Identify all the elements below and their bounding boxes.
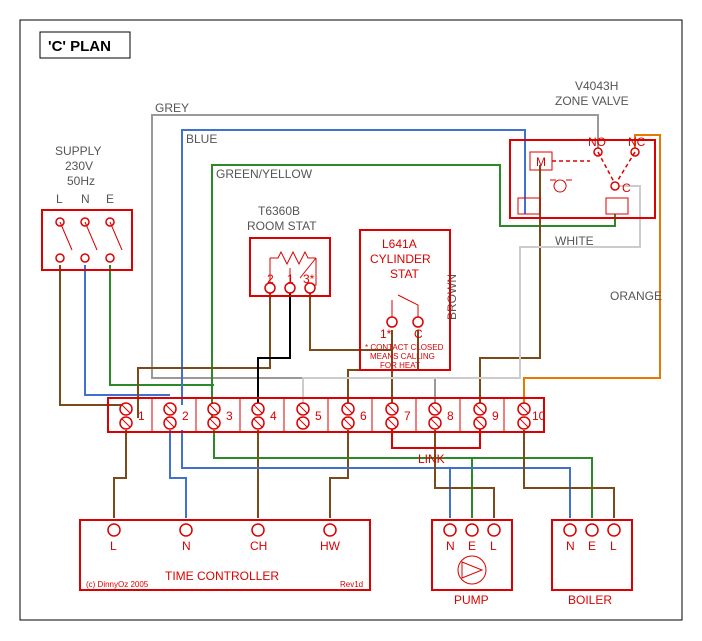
wire-gy-tb3-pumpE bbox=[214, 430, 472, 518]
pump-E: E bbox=[468, 539, 476, 553]
supply-freq: 50Hz bbox=[67, 174, 95, 188]
rev: Rev1d bbox=[340, 580, 363, 589]
tc-name: TIME CONTROLLER bbox=[165, 569, 279, 583]
wire-label-orange: ORANGE bbox=[610, 289, 662, 303]
tb-5: 5 bbox=[315, 409, 322, 423]
cyl-tc: C bbox=[414, 327, 423, 341]
room-stat: T6360B ROOM STAT 2 1 3* bbox=[247, 204, 330, 296]
cyl-note2: MEANS CALLING bbox=[370, 352, 435, 361]
boiler: N E L BOILER bbox=[552, 520, 632, 607]
wire-blue-supply-N bbox=[85, 265, 170, 395]
pump-L: L bbox=[490, 539, 497, 553]
time-controller: L N CH HW TIME CONTROLLER (c) DinnyOz 20… bbox=[80, 520, 370, 590]
cyl-t1: 1* bbox=[380, 327, 392, 341]
room-stat-name: ROOM STAT bbox=[247, 219, 317, 233]
wire-brown-tb6-hw bbox=[330, 430, 348, 518]
wire-blue-tb2-pumpN bbox=[182, 430, 450, 518]
rs-t2: 2 bbox=[267, 272, 274, 286]
wire-label-brown: BROWN bbox=[445, 274, 459, 320]
tb-9: 9 bbox=[492, 409, 499, 423]
tb-6: 6 bbox=[360, 409, 367, 423]
wire-label-white: WHITE bbox=[555, 234, 594, 248]
supply-label: SUPPLY bbox=[55, 144, 101, 158]
tb-7: 7 bbox=[404, 409, 411, 423]
cyl-model: L641A bbox=[382, 237, 417, 251]
pump-N: N bbox=[446, 539, 455, 553]
cyl-note1: * CONTACT CLOSED bbox=[365, 343, 444, 352]
supply-block: SUPPLY 230V 50Hz L N E bbox=[42, 144, 132, 270]
wire-brown-tb8-pumpL bbox=[435, 430, 494, 518]
terminal-row: 1 2 3 4 5 6 7 bbox=[120, 403, 546, 429]
wire-blue-boilerN bbox=[450, 468, 570, 518]
cyl-name: CYLINDER bbox=[370, 252, 431, 266]
zone-NC: NC bbox=[628, 135, 646, 149]
rs-t3: 3* bbox=[303, 272, 315, 286]
title-text: 'C' PLAN bbox=[48, 38, 111, 55]
zone-C: C bbox=[622, 181, 631, 195]
supply-voltage: 230V bbox=[65, 159, 93, 173]
boiler-name: BOILER bbox=[568, 593, 612, 607]
wire-black-rs2-tb4 bbox=[258, 293, 290, 405]
link-label: LINK bbox=[418, 452, 445, 466]
zone-name: ZONE VALVE bbox=[555, 94, 629, 108]
supply-N: N bbox=[81, 192, 90, 206]
supply-E: E bbox=[106, 192, 114, 206]
wire-blue-tb2-tcN bbox=[170, 430, 186, 518]
wire-orange-nc-tb10 bbox=[524, 135, 660, 405]
cylinder-stat: L641A CYLINDER STAT 1* C * CONTACT CLOSE… bbox=[360, 230, 450, 370]
zone-NO: NO bbox=[588, 135, 606, 149]
zone-M: M bbox=[536, 155, 546, 169]
pump-name: PUMP bbox=[454, 593, 489, 607]
wire-label-grey: GREY bbox=[155, 101, 189, 115]
tc-N: N bbox=[182, 539, 191, 553]
tc-CH: CH bbox=[250, 539, 267, 553]
pump: N E L PUMP bbox=[432, 520, 512, 607]
cyl-note3: FOR HEAT bbox=[380, 361, 420, 370]
tc-L: L bbox=[110, 539, 117, 553]
boiler-L: L bbox=[610, 539, 617, 553]
wire-brown-rs1-tb1 bbox=[138, 293, 270, 418]
title-box: 'C' PLAN bbox=[40, 32, 130, 58]
tb-3: 3 bbox=[226, 409, 233, 423]
supply-L: L bbox=[56, 192, 63, 206]
boiler-N: N bbox=[566, 539, 575, 553]
tb-1: 1 bbox=[138, 409, 145, 423]
zone-model: V4043H bbox=[575, 79, 618, 93]
boiler-E: E bbox=[588, 539, 596, 553]
tb-4: 4 bbox=[270, 409, 277, 423]
tb-10: 10 bbox=[532, 409, 546, 423]
tc-HW: HW bbox=[320, 539, 341, 553]
room-stat-model: T6360B bbox=[258, 204, 300, 218]
wire-brown-tb1-tcL bbox=[114, 430, 126, 518]
wire-label-blue: BLUE bbox=[186, 132, 217, 146]
wire-label-gy: GREEN/YELLOW bbox=[216, 167, 313, 181]
rs-t1: 1 bbox=[287, 272, 294, 286]
credit: (c) DinnyOz 2005 bbox=[86, 580, 149, 589]
zone-valve: V4043H ZONE VALVE M NO NC C bbox=[510, 79, 655, 218]
cyl-name2: STAT bbox=[390, 267, 420, 281]
tb-2: 2 bbox=[182, 409, 189, 423]
tb-8: 8 bbox=[447, 409, 454, 423]
